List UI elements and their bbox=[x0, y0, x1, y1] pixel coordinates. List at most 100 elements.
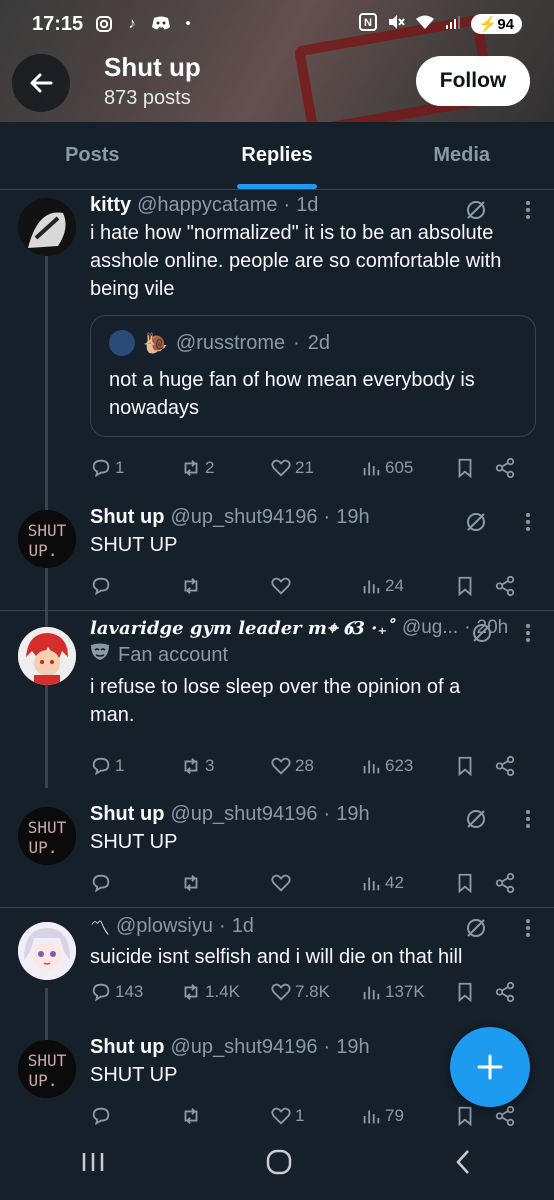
share-button[interactable] bbox=[494, 575, 516, 597]
snail-emoji-icon: 🐌 bbox=[143, 332, 168, 355]
tab-replies[interactable]: Replies bbox=[185, 122, 370, 189]
bookmark-button[interactable] bbox=[454, 457, 494, 479]
tab-media[interactable]: Media bbox=[369, 122, 554, 189]
reply-button[interactable] bbox=[90, 1105, 180, 1127]
back-button[interactable] bbox=[12, 54, 70, 112]
avatar[interactable]: SHUT UP. bbox=[18, 807, 76, 865]
like-button[interactable] bbox=[270, 575, 360, 597]
like-button[interactable]: 28 bbox=[270, 755, 360, 777]
repost-button[interactable]: 2 bbox=[180, 457, 270, 479]
more-options-icon[interactable] bbox=[516, 198, 540, 222]
author-name[interactable]: kitty bbox=[90, 194, 131, 217]
views-button[interactable]: 24 bbox=[360, 575, 454, 597]
views-button[interactable]: 42 bbox=[360, 872, 454, 894]
author-name[interactable]: Shut up bbox=[90, 1036, 164, 1059]
bookmark-button[interactable] bbox=[454, 981, 494, 1003]
tab-posts[interactable]: Posts bbox=[0, 122, 185, 189]
reply-button[interactable] bbox=[90, 575, 180, 597]
repost-button[interactable]: 1.4K bbox=[180, 981, 270, 1003]
grok-icon[interactable] bbox=[464, 916, 488, 940]
reply-button[interactable]: 143 bbox=[90, 981, 180, 1003]
chevron-left-icon bbox=[456, 1149, 469, 1174]
like-button[interactable]: 1 bbox=[270, 1105, 360, 1127]
share-button[interactable] bbox=[494, 981, 516, 1003]
author-handle[interactable]: @up_shut94196 bbox=[170, 506, 317, 529]
more-options-icon[interactable] bbox=[516, 621, 540, 645]
tab-label: Media bbox=[433, 144, 491, 166]
avatar-text-line1: SHUT bbox=[28, 818, 67, 837]
reply-button[interactable]: 1 bbox=[90, 457, 180, 479]
tweet[interactable]: kitty @happycatame · 1d i hate how "normali… bbox=[0, 190, 554, 500]
avatar[interactable]: SHUT UP. bbox=[18, 1040, 76, 1098]
back-nav-button[interactable] bbox=[450, 1147, 476, 1182]
author-name[interactable]: Shut up bbox=[90, 506, 164, 529]
more-options-icon[interactable] bbox=[516, 916, 540, 940]
author-name[interactable]: 〽 bbox=[90, 912, 110, 941]
like-count: 28 bbox=[295, 756, 314, 775]
avatar[interactable] bbox=[18, 627, 76, 685]
views-button[interactable]: 137K bbox=[360, 981, 454, 1003]
author-handle[interactable]: @up_shut94196 bbox=[170, 803, 317, 826]
views-button[interactable]: 623 bbox=[360, 755, 454, 777]
mask-icon bbox=[90, 643, 110, 667]
grok-icon[interactable] bbox=[464, 198, 488, 222]
fan-account-label: Fan account bbox=[90, 643, 490, 667]
bookmark-button[interactable] bbox=[454, 1105, 494, 1127]
share-button[interactable] bbox=[494, 755, 516, 777]
reply-icon bbox=[92, 577, 110, 596]
tab-label: Replies bbox=[241, 144, 313, 166]
share-icon bbox=[495, 1105, 515, 1127]
repost-button[interactable]: 3 bbox=[180, 755, 270, 777]
reply-button[interactable]: 1 bbox=[90, 755, 180, 777]
repost-button[interactable] bbox=[180, 1105, 270, 1127]
tweet-text: suicide isnt selfish and i will die on t… bbox=[90, 946, 463, 968]
views-button[interactable]: 605 bbox=[360, 457, 454, 479]
like-button[interactable] bbox=[270, 872, 360, 894]
share-button[interactable] bbox=[494, 457, 516, 479]
grok-icon[interactable] bbox=[464, 510, 488, 534]
author-handle[interactable]: @ug... bbox=[402, 617, 458, 639]
tweet[interactable]: SHUT UP. Shut up @up_shut94196 · 19h SHUT UP… bbox=[0, 500, 554, 610]
avatar[interactable] bbox=[18, 922, 76, 980]
grok-icon[interactable] bbox=[464, 807, 488, 831]
more-options-icon[interactable] bbox=[516, 510, 540, 534]
tweet[interactable]: SHUT UP. Shut up @up_shut94196 · 19h SHUT UP… bbox=[0, 797, 554, 907]
tweet-text: i refuse to lose sleep over the opinion … bbox=[90, 676, 461, 726]
quote-text: not a huge fan of how mean everybody is … bbox=[109, 369, 475, 419]
more-options-icon[interactable] bbox=[516, 807, 540, 831]
compose-button[interactable] bbox=[450, 1027, 530, 1107]
bookmark-icon bbox=[458, 1106, 472, 1127]
avatar[interactable]: SHUT UP. bbox=[18, 510, 76, 568]
author-handle[interactable]: @happycatame bbox=[137, 194, 277, 217]
views-button[interactable]: 79 bbox=[360, 1105, 454, 1127]
recent-apps-button[interactable] bbox=[78, 1149, 108, 1180]
battery-indicator: ⚡94 bbox=[470, 14, 522, 34]
bookmark-button[interactable] bbox=[454, 575, 494, 597]
reply-button[interactable] bbox=[90, 872, 180, 894]
share-button[interactable] bbox=[494, 872, 516, 894]
bookmark-button[interactable] bbox=[454, 755, 494, 777]
author-name[interactable]: lavaridge gym leader m⌖ 𝟔3 ·₊˚ bbox=[90, 618, 396, 639]
repost-icon bbox=[184, 758, 198, 774]
tweet[interactable]: 〽 @plowsiyu · 1d suicide isnt selfish and i… bbox=[0, 908, 554, 1026]
grok-icon[interactable] bbox=[470, 621, 494, 645]
home-button[interactable] bbox=[264, 1147, 294, 1182]
author-handle[interactable]: @plowsiyu bbox=[116, 915, 213, 938]
reply-count: 143 bbox=[115, 982, 144, 1001]
bookmark-button[interactable] bbox=[454, 872, 494, 894]
views-icon bbox=[363, 462, 380, 476]
repost-button[interactable] bbox=[180, 575, 270, 597]
reply-icon bbox=[92, 757, 110, 776]
quote-tweet[interactable]: 🐌 @russtrome · 2d not a huge fan of how me… bbox=[90, 315, 536, 437]
bookmark-icon bbox=[458, 873, 472, 894]
avatar[interactable] bbox=[18, 198, 76, 256]
follow-button[interactable]: Follow bbox=[416, 56, 530, 106]
author-handle[interactable]: @up_shut94196 bbox=[170, 1036, 317, 1059]
share-button[interactable] bbox=[494, 1105, 516, 1127]
like-button[interactable]: 21 bbox=[270, 457, 360, 479]
repost-button[interactable] bbox=[180, 872, 270, 894]
author-name[interactable]: Shut up bbox=[90, 803, 164, 826]
heart-icon bbox=[271, 459, 291, 477]
like-button[interactable]: 7.8K bbox=[270, 981, 360, 1003]
tweet-menu bbox=[464, 916, 540, 940]
